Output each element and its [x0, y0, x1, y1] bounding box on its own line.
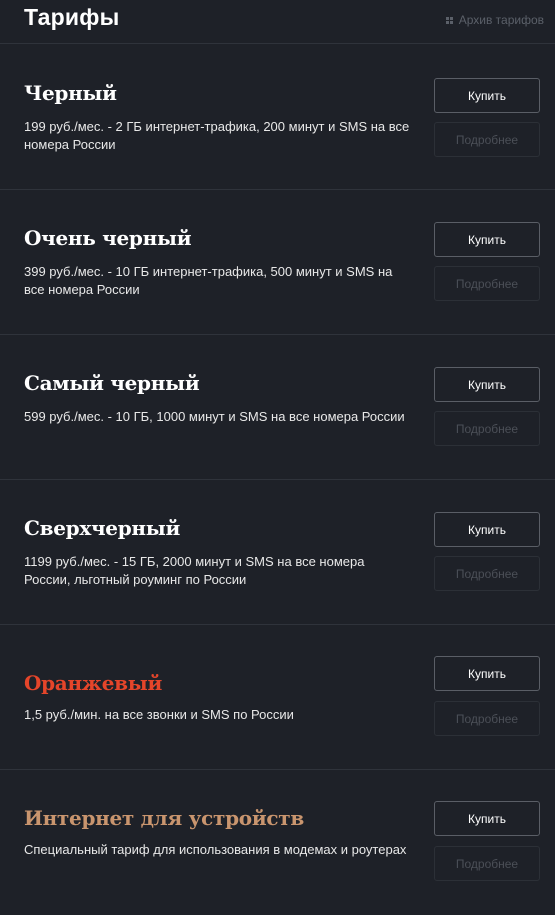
archive-link-label: Архив тарифов: [458, 13, 544, 27]
tariff-description: 199 руб./мес. - 2 ГБ интернет-трафика, 2…: [24, 119, 410, 152]
tariff-card: Интернет для устройств Специальный тариф…: [0, 770, 555, 915]
details-button[interactable]: Подробнее: [434, 556, 540, 591]
details-button[interactable]: Подробнее: [434, 846, 540, 881]
buy-button[interactable]: Купить: [434, 367, 540, 402]
tariff-card: Самый черный 599 руб./мес. - 10 ГБ, 1000…: [0, 335, 555, 480]
details-button[interactable]: Подробнее: [434, 701, 540, 736]
tariff-description: Специальный тариф для использования в мо…: [24, 842, 407, 857]
buy-button[interactable]: Купить: [434, 656, 540, 691]
page-title: Тарифы: [24, 4, 120, 30]
tariff-card: Черный 199 руб./мес. - 2 ГБ интернет-тра…: [0, 45, 555, 190]
tariff-name[interactable]: Самый черный: [24, 371, 200, 395]
tariff-description: 399 руб./мес. - 10 ГБ интернет-трафика, …: [24, 264, 393, 297]
buy-button[interactable]: Купить: [434, 512, 540, 547]
tariff-card: Сверхчерный 1199 руб./мес. - 15 ГБ, 2000…: [0, 480, 555, 625]
tariff-card: Оранжевый 1,5 руб./мин. на все звонки и …: [0, 625, 555, 770]
tariff-name[interactable]: Сверхчерный: [24, 516, 180, 540]
tariff-name[interactable]: Оранжевый: [24, 671, 162, 695]
details-button[interactable]: Подробнее: [434, 411, 540, 446]
details-button[interactable]: Подробнее: [434, 266, 540, 301]
grid-icon: [445, 16, 453, 24]
tariff-name[interactable]: Черный: [24, 81, 117, 105]
tariff-description: 599 руб./мес. - 10 ГБ, 1000 минут и SMS …: [24, 409, 405, 424]
details-button[interactable]: Подробнее: [434, 122, 540, 157]
buy-button[interactable]: Купить: [434, 78, 540, 113]
buy-button[interactable]: Купить: [434, 222, 540, 257]
tariff-name[interactable]: Интернет для устройств: [24, 806, 304, 830]
archive-link[interactable]: Архив тарифов: [445, 13, 544, 27]
tariff-description: 1199 руб./мес. - 15 ГБ, 2000 минут и SMS…: [24, 554, 365, 587]
tariff-name[interactable]: Очень черный: [24, 226, 192, 250]
header: Тарифы Архив тарифов: [0, 0, 555, 44]
tariff-card: Очень черный 399 руб./мес. - 10 ГБ интер…: [0, 190, 555, 335]
buy-button[interactable]: Купить: [434, 801, 540, 836]
tariff-description: 1,5 руб./мин. на все звонки и SMS по Рос…: [24, 707, 294, 722]
